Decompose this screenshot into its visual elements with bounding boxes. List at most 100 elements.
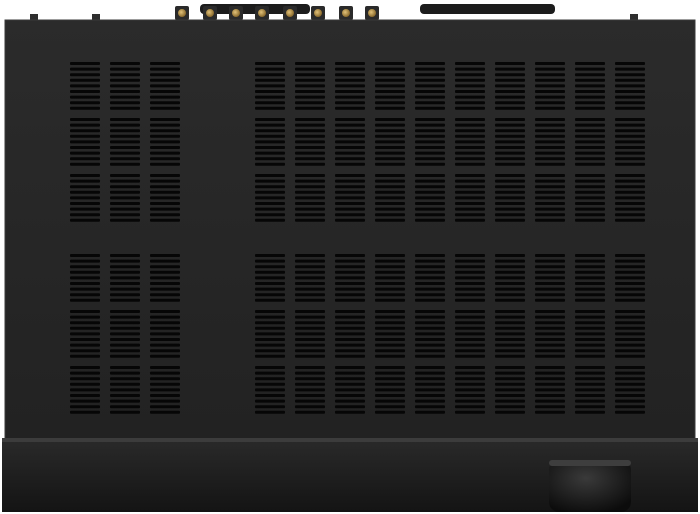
vent-slot — [415, 394, 445, 397]
vent-slot — [255, 259, 285, 263]
vent-slot — [295, 157, 325, 161]
vent-slot — [70, 118, 100, 121]
vent-slot — [535, 310, 565, 313]
vent-slot — [415, 293, 445, 297]
vent-slot — [455, 123, 485, 127]
vent-slot — [495, 349, 525, 353]
vent-slot — [70, 162, 100, 166]
vent-slot — [110, 129, 140, 133]
vent-slot — [535, 185, 565, 189]
vent-slot — [295, 196, 325, 200]
vent-slot — [335, 326, 365, 330]
vent-slot — [255, 190, 285, 194]
vent-slot — [295, 78, 325, 82]
vent-slot — [70, 388, 100, 392]
vent-slot — [70, 140, 100, 144]
vent-slot — [415, 259, 445, 263]
vent-slot — [575, 95, 605, 99]
vent-slot — [70, 67, 100, 71]
vent-slot — [150, 394, 180, 397]
vent-slot — [70, 382, 100, 386]
vent-slot — [70, 129, 100, 133]
vent-slot — [255, 394, 285, 397]
vent-slot — [295, 394, 325, 397]
vent-slot — [255, 315, 285, 319]
vent-slot — [575, 213, 605, 217]
vent-slot — [415, 62, 445, 65]
vent-slot — [495, 405, 525, 409]
vent-slot — [150, 146, 180, 149]
vent-slot — [335, 399, 365, 403]
vent-slot — [495, 134, 525, 138]
vent-slot — [455, 254, 485, 257]
vent-slot — [615, 310, 645, 313]
vent-slot — [335, 287, 365, 291]
vent-slot — [535, 129, 565, 133]
vent-slot — [535, 118, 565, 121]
vent-slot — [615, 218, 645, 222]
vent-slot — [335, 405, 365, 409]
vent-slot — [295, 151, 325, 155]
vent-slot — [150, 399, 180, 403]
vent-slot — [455, 106, 485, 110]
vent-slot — [335, 185, 365, 189]
vent-slot — [575, 354, 605, 358]
vent-slot — [110, 179, 140, 183]
vent-slot — [495, 118, 525, 121]
vent-slot — [335, 129, 365, 133]
vent-slot — [150, 90, 180, 93]
vent-slot — [110, 405, 140, 409]
vent-slot — [495, 338, 525, 341]
vent-slot — [455, 287, 485, 291]
vent-slot — [295, 354, 325, 358]
vent-slot — [535, 399, 565, 403]
vent-slot — [70, 134, 100, 138]
vent-slot — [415, 213, 445, 217]
vent-slot — [295, 338, 325, 341]
vent-slot — [335, 332, 365, 336]
vent-slot — [455, 62, 485, 65]
vent-slot — [415, 338, 445, 341]
vent-slot — [295, 405, 325, 409]
vent-slot — [110, 371, 140, 375]
vent-slot — [615, 321, 645, 325]
vent-slot — [255, 157, 285, 161]
vent-slot — [615, 95, 645, 99]
vent-slot — [255, 287, 285, 291]
vent-slot — [335, 202, 365, 205]
vent-slot — [375, 62, 405, 65]
vent-slot — [415, 265, 445, 269]
vent-slot — [375, 371, 405, 375]
vent-slot — [335, 106, 365, 110]
vent-slot — [255, 310, 285, 313]
vent-slot — [495, 399, 525, 403]
vent-slot — [615, 388, 645, 392]
speaker-terminal-icon — [203, 6, 217, 20]
vent-slot — [295, 315, 325, 319]
vent-slot — [495, 151, 525, 155]
vent-slot — [110, 146, 140, 149]
vent-slot — [375, 101, 405, 105]
volume-knob-icon[interactable] — [549, 460, 631, 512]
vent-slot — [110, 106, 140, 110]
vent-slot — [495, 196, 525, 200]
vent-slot — [335, 338, 365, 341]
vent-slot — [495, 293, 525, 297]
vent-slot — [110, 140, 140, 144]
vent-slot — [150, 62, 180, 65]
vent-slot — [575, 202, 605, 205]
vent-slot — [150, 282, 180, 285]
vent-slot — [295, 218, 325, 222]
vent-slot — [535, 140, 565, 144]
vent-slot — [70, 73, 100, 77]
vent-slot — [255, 129, 285, 133]
vent-slot — [415, 84, 445, 88]
vent-slot — [255, 382, 285, 386]
vent-slot — [70, 394, 100, 397]
vent-slot — [295, 321, 325, 325]
vent-slot — [375, 146, 405, 149]
vent-slot — [70, 276, 100, 280]
vent-slot — [110, 338, 140, 341]
vent-slot — [255, 95, 285, 99]
vent-slot — [415, 196, 445, 200]
